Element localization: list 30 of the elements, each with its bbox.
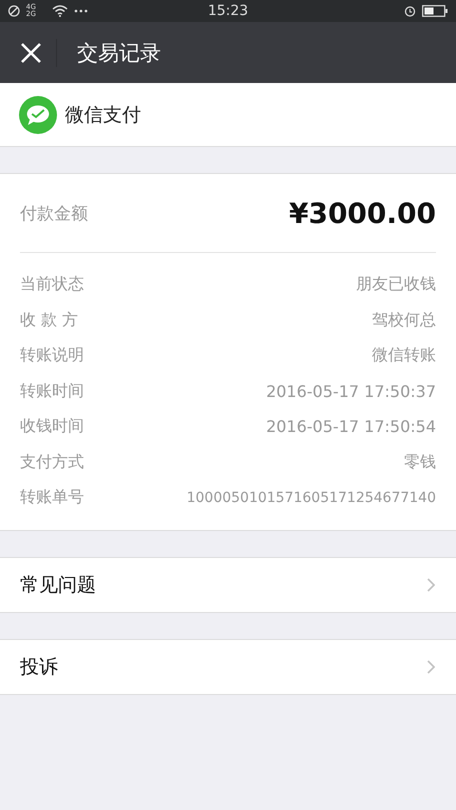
amount-label: 付款金额 [20, 202, 88, 224]
amount-value: ¥3000.00 [288, 196, 436, 230]
detail-label: 支付方式 [20, 452, 84, 473]
do-not-disturb-icon [8, 5, 20, 17]
chevron-icon [427, 660, 435, 674]
alarm-icon [404, 5, 416, 17]
detail-label: 转账时间 [20, 380, 84, 402]
detail-value: 驾校何总 [372, 310, 436, 331]
menu-row[interactable]: 常见问题 [0, 556, 456, 612]
detail-label: 收钱时间 [20, 416, 84, 438]
detail-value: 1000050101571605171254677140 [186, 490, 436, 506]
detail-value: 朋友已收钱 [356, 274, 436, 296]
detail-value: 2016-05-17 17:50:37 [266, 382, 436, 401]
detail-value: 零钱 [404, 452, 436, 473]
detail-value: 2016-05-17 17:50:54 [266, 417, 436, 436]
more-icon [74, 9, 88, 13]
chat-bubble-check-icon [19, 96, 57, 134]
menu-row[interactable]: 投诉 [0, 638, 456, 694]
battery-icon [422, 5, 448, 17]
clock-time: 15:23 [208, 3, 248, 19]
detail-value: 微信转账 [372, 345, 436, 366]
page-title: 交易记录 [56, 38, 161, 66]
detail-label: 收 款 方 [20, 310, 78, 331]
detail-label: 转账说明 [20, 345, 84, 366]
chevron-icon [427, 578, 435, 592]
detail-label: 转账单号 [20, 487, 84, 508]
wifi-icon [52, 5, 68, 17]
detail-label: 当前状态 [20, 274, 84, 296]
close-button[interactable] [20, 42, 42, 64]
provider-name: 微信支付 [65, 102, 141, 128]
